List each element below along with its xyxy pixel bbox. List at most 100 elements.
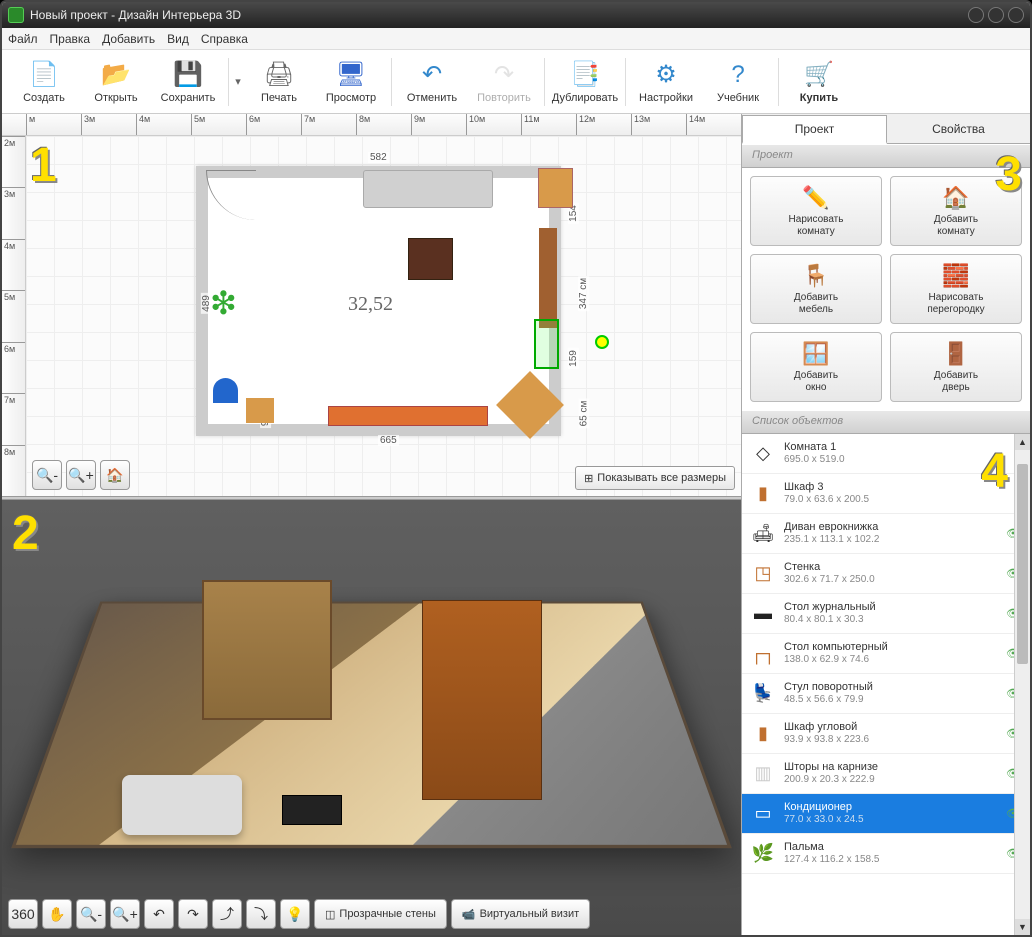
toolbar-label: Дублировать: [552, 92, 618, 104]
zoom-out-3d-button[interactable]: 🔍-: [76, 899, 106, 929]
floor-plan[interactable]: 1 32,52 582 347 см 154 159 65 см 489 95 …: [26, 136, 741, 496]
toolbar-dropdown[interactable]: ▾: [233, 53, 243, 111]
object-icon: ▥: [750, 761, 776, 787]
view-3d[interactable]: 2 360 ✋ 🔍- 🔍+ ↶ ↷ ⤴ ⤵ 💡 ◫: [2, 500, 741, 935]
plan-wallunit[interactable]: [539, 228, 557, 328]
minimize-button[interactable]: [968, 7, 984, 23]
menu-правка[interactable]: Правка: [50, 32, 91, 46]
toolbar-label: Открыть: [94, 92, 137, 104]
action-grid: ✏️Нарисоватькомнату🏠Добавитькомнату🪑Доба…: [742, 168, 1030, 410]
object-dims: 127.4 x 116.2 x 158.5: [784, 854, 998, 866]
action-icon: ✏️: [802, 184, 830, 212]
Дублировать-icon: 📑: [570, 60, 600, 90]
zoom-in-3d-button[interactable]: 🔍+: [110, 899, 140, 929]
object-row-Шторы на карнизе[interactable]: ▥Шторы на карнизе200.9 x 20.3 x 222.9👁: [742, 754, 1030, 794]
lighting-button[interactable]: 💡: [280, 899, 310, 929]
scrollbar[interactable]: ▲ ▼: [1014, 434, 1030, 935]
toolbar-Сохранить[interactable]: 💾Сохранить: [152, 53, 224, 111]
plan-ac-selected[interactable]: [534, 319, 559, 369]
menu-справка[interactable]: Справка: [201, 32, 248, 46]
object-dims: 48.5 x 56.6 x 79.9: [784, 694, 998, 706]
object-row-Стул поворотный[interactable]: 💺Стул поворотный48.5 x 56.6 x 79.9👁: [742, 674, 1030, 714]
overlay-1: 1: [30, 138, 57, 193]
home-button[interactable]: 🏠: [100, 460, 130, 490]
selection-handle[interactable]: [595, 335, 609, 349]
toolbar-Отменить[interactable]: ↶Отменить: [396, 53, 468, 111]
toolbar-Создать[interactable]: 📄Создать: [8, 53, 80, 111]
right-tabs: Проект Свойства: [742, 114, 1030, 144]
plan-desk[interactable]: [246, 398, 274, 423]
pan-button[interactable]: ✋: [42, 899, 72, 929]
dim-r4: 65 см: [579, 399, 590, 429]
object-icon: 🌿: [750, 841, 776, 867]
zoom-in-button[interactable]: 🔍+: [66, 460, 96, 490]
toolbar-label: Учебник: [717, 92, 759, 104]
tab-properties[interactable]: Свойства: [887, 114, 1030, 143]
close-button[interactable]: [1008, 7, 1024, 23]
transparent-walls-button[interactable]: ◫ Прозрачные стены: [314, 899, 447, 929]
object-row-Стенка[interactable]: ◳Стенка302.6 x 71.7 x 250.0👁: [742, 554, 1030, 594]
menu-файл[interactable]: Файл: [8, 32, 38, 46]
scroll-thumb[interactable]: [1017, 464, 1028, 664]
action-Добавить-мебель[interactable]: 🪑Добавитьмебель: [750, 254, 882, 324]
toolbar-separator: [778, 58, 779, 106]
plan-corner-wardrobe[interactable]: [496, 371, 564, 439]
action-label: Нарисоватькомнату: [789, 214, 844, 238]
window-controls: [968, 7, 1024, 23]
toolbar-Купить[interactable]: 🛒Купить: [783, 53, 855, 111]
rotate-right-button[interactable]: ↷: [178, 899, 208, 929]
toolbar-Просмотр[interactable]: 🖥Просмотр: [315, 53, 387, 111]
object-name: Стенка: [784, 561, 998, 574]
menu-вид[interactable]: Вид: [167, 32, 189, 46]
Создать-icon: 📄: [29, 60, 59, 90]
virtual-tour-button[interactable]: 📹 Виртуальный визит: [451, 899, 590, 929]
scroll-up-button[interactable]: ▲: [1015, 434, 1030, 450]
action-icon: 🪟: [802, 340, 830, 368]
plan-tvunit[interactable]: [328, 406, 488, 426]
object-icon: 💺: [750, 681, 776, 707]
tab-project[interactable]: Проект: [742, 115, 887, 144]
action-Нарисовать-перегородку[interactable]: 🧱Нарисоватьперегородку: [890, 254, 1022, 324]
object-name: Стол журнальный: [784, 601, 998, 614]
toolbar-Открыть[interactable]: 📂Открыть: [80, 53, 152, 111]
show-dimensions-button[interactable]: ⊞ Показывать все размеры: [575, 466, 735, 490]
object-row-Стол журнальный[interactable]: ▬Стол журнальный80.4 x 80.1 x 30.3👁: [742, 594, 1030, 634]
action-Нарисовать-комнату[interactable]: ✏️Нарисоватькомнату: [750, 176, 882, 246]
toolbar-label: Просмотр: [326, 92, 376, 104]
object-name: Диван еврокнижка: [784, 521, 998, 534]
dimensions-icon: ⊞: [584, 472, 593, 485]
plan-chair[interactable]: [213, 378, 238, 403]
action-Добавить-дверь[interactable]: 🚪Добавитьдверь: [890, 332, 1022, 402]
toolbar-Учебник[interactable]: ?Учебник: [702, 53, 774, 111]
show-dims-label: Показывать все размеры: [597, 472, 726, 484]
rotate360-button[interactable]: 360: [8, 899, 38, 929]
zoom-out-button[interactable]: 🔍-: [32, 460, 62, 490]
Печать-icon: 🖨: [264, 60, 294, 90]
object-row-Кондиционер[interactable]: ▭Кондиционер77.0 x 33.0 x 24.5👁: [742, 794, 1030, 834]
scroll-down-button[interactable]: ▼: [1015, 919, 1030, 935]
rotate-left-button[interactable]: ↶: [144, 899, 174, 929]
object-row-Пальма[interactable]: 🌿Пальма127.4 x 116.2 x 158.5👁: [742, 834, 1030, 874]
menu-добавить[interactable]: Добавить: [102, 32, 155, 46]
toolbar-label: Повторить: [477, 92, 531, 104]
object-row-Стол компьютерный[interactable]: ┌┐Стол компьютерный138.0 x 62.9 x 74.6👁: [742, 634, 1030, 674]
object-icon: ▭: [750, 801, 776, 827]
tilt-down-button[interactable]: ⤵: [246, 899, 276, 929]
object-row-Шкаф угловой[interactable]: ▮Шкаф угловой93.9 x 93.8 x 223.6👁: [742, 714, 1030, 754]
ruler-vertical: 2м3м4м5м6м7м8м: [2, 136, 26, 496]
action-label: Добавитьмебель: [794, 292, 838, 316]
toolbar-Настройки[interactable]: ⚙Настройки: [630, 53, 702, 111]
toolbar-Повторить[interactable]: ↷Повторить: [468, 53, 540, 111]
tilt-up-button[interactable]: ⤴: [212, 899, 242, 929]
maximize-button[interactable]: [988, 7, 1004, 23]
object-row-Диван еврокнижка[interactable]: 🛋Диван еврокнижка235.1 x 113.1 x 102.2👁: [742, 514, 1030, 554]
toolbar-Дублировать[interactable]: 📑 Дублировать: [549, 53, 621, 111]
object-dims: 695.0 x 519.0: [784, 454, 998, 466]
action-Добавить-окно[interactable]: 🪟Добавитьокно: [750, 332, 882, 402]
plan-sofa[interactable]: [363, 170, 493, 208]
room-outline[interactable]: 32,52 582 347 см 154 159 65 см 489 95 66…: [196, 166, 561, 436]
plan-plant[interactable]: ❇: [210, 288, 250, 328]
plan-wardrobe[interactable]: [538, 168, 573, 208]
toolbar-Печать[interactable]: 🖨Печать: [243, 53, 315, 111]
plan-table[interactable]: [408, 238, 453, 280]
